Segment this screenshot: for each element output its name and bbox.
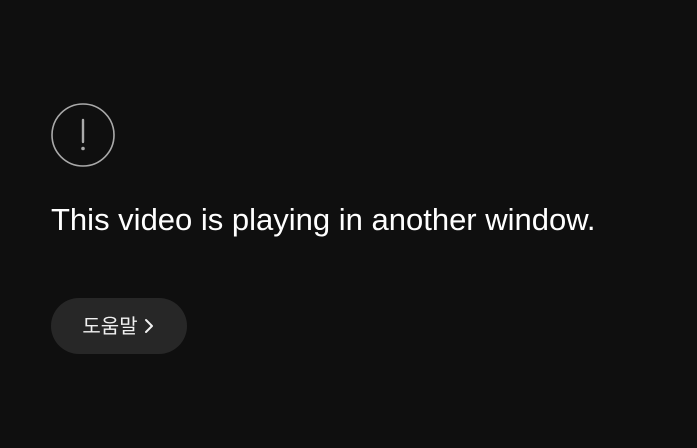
help-button[interactable]: 도움말 [51,298,187,354]
alert-circle-icon [51,103,115,167]
video-player-error-screen: This video is playing in another window.… [0,0,697,448]
help-button-label: 도움말 [82,314,138,338]
chevron-right-icon [142,317,156,335]
error-message: This video is playing in another window. [51,202,596,237]
